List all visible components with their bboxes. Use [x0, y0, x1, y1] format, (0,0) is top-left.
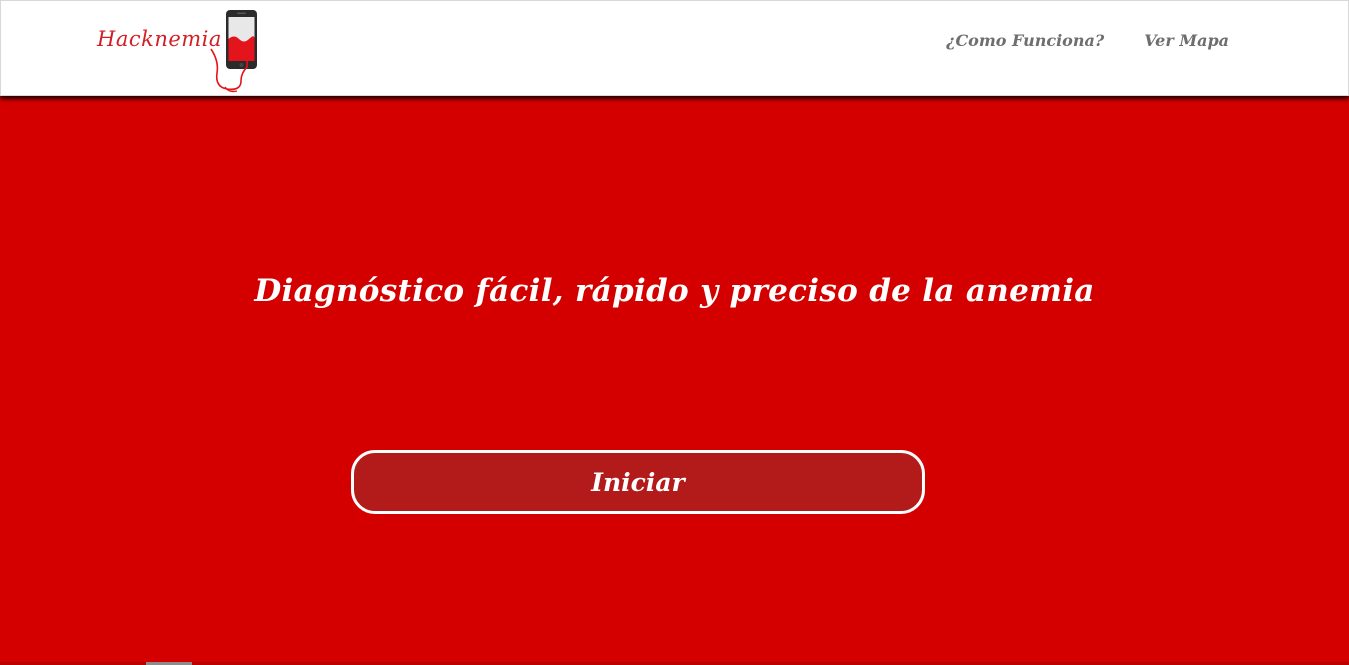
main-nav: ¿Como Funciona? Ver Mapa: [946, 31, 1229, 50]
top-navbar: Hacknemia ¿Como Funciona? Ver Mapa: [0, 0, 1349, 96]
blood-tube-icon: [210, 48, 248, 93]
brand-logo[interactable]: Hacknemia: [97, 9, 267, 93]
hero-section: Diagnóstico fácil, rápido y preciso de l…: [0, 96, 1349, 665]
hero-headline: Diagnóstico fácil, rápido y preciso de l…: [254, 273, 1095, 309]
start-button[interactable]: Iniciar: [351, 450, 925, 514]
brand-name: Hacknemia: [97, 27, 222, 51]
nav-link-como-funciona[interactable]: ¿Como Funciona?: [946, 31, 1104, 50]
nav-link-ver-mapa[interactable]: Ver Mapa: [1144, 31, 1229, 50]
